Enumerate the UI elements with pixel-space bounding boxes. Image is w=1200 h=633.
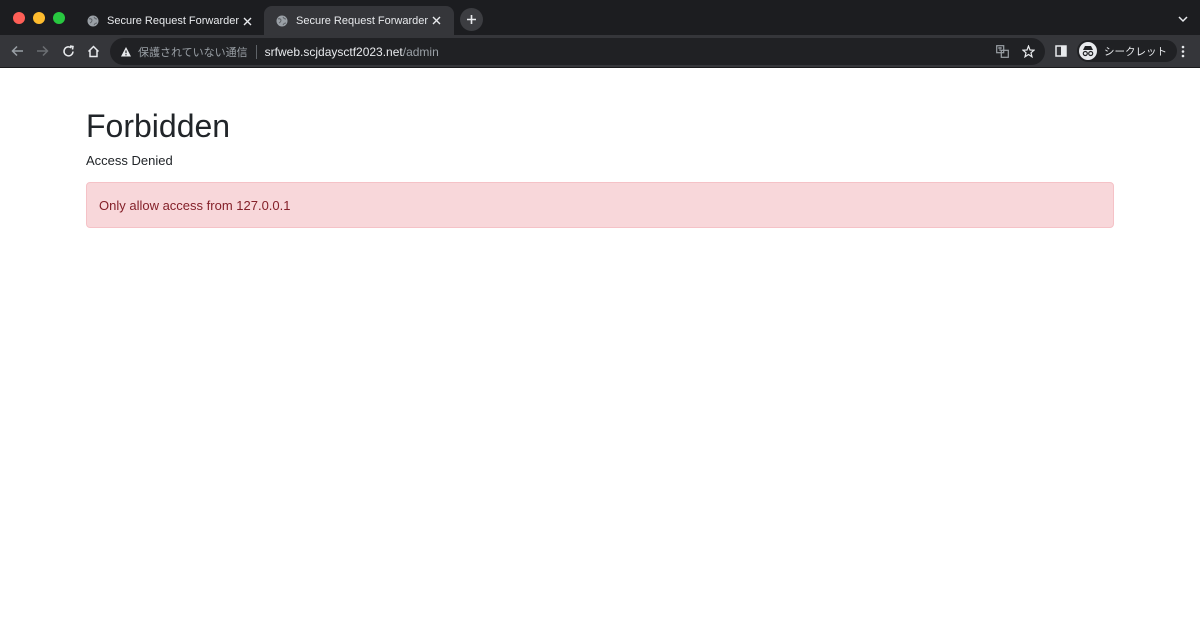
arrow-right-icon: [36, 45, 49, 57]
close-tab-icon[interactable]: [239, 13, 255, 29]
close-window-button[interactable]: [13, 12, 25, 24]
zoom-window-button[interactable]: [53, 12, 65, 24]
side-panel-button[interactable]: [1050, 40, 1072, 62]
error-alert: Only allow access from 127.0.0.1: [86, 182, 1114, 228]
tab-strip: Secure Request Forwarder Secure Request …: [0, 0, 1200, 35]
page-content: Forbidden Access Denied Only allow acces…: [0, 68, 1200, 633]
back-button[interactable]: [6, 40, 28, 62]
address-bar[interactable]: 保護されていない通信 srfweb.scjdaysctf2023.net/adm…: [110, 38, 1045, 65]
minimize-window-button[interactable]: [33, 12, 45, 24]
translate-icon[interactable]: [995, 44, 1009, 58]
address-bar-actions: [995, 44, 1035, 58]
home-icon: [87, 44, 99, 57]
globe-icon: [276, 15, 288, 26]
url-path: /admin: [402, 44, 439, 59]
arrow-left-icon: [10, 45, 23, 57]
close-tab-icon[interactable]: [428, 13, 444, 29]
url-host: srfweb.scjdaysctf2023.net: [264, 44, 403, 59]
page-subtitle: Access Denied: [86, 153, 173, 168]
side-panel-icon: [1055, 45, 1067, 57]
tab-title: Secure Request Forwarder: [296, 14, 428, 27]
incognito-profile-button[interactable]: シークレット: [1077, 40, 1177, 62]
browser-chrome: Secure Request Forwarder Secure Request …: [0, 0, 1200, 68]
plus-icon: [467, 15, 476, 24]
security-status-label[interactable]: 保護されていない通信: [138, 44, 248, 60]
alert-message: Only allow access from 127.0.0.1: [99, 197, 291, 213]
tab-inactive[interactable]: Secure Request Forwarder: [75, 7, 265, 35]
browser-menu-button[interactable]: [1172, 40, 1194, 62]
tab-title: Secure Request Forwarder: [107, 15, 239, 27]
more-vertical-icon: [1181, 45, 1185, 57]
chevron-down-icon: [1178, 15, 1188, 22]
profile-label: シークレット: [1104, 45, 1167, 58]
incognito-icon: [1079, 42, 1097, 60]
tab-active[interactable]: Secure Request Forwarder: [264, 6, 454, 35]
new-tab-button[interactable]: [460, 8, 483, 31]
reload-button[interactable]: [57, 40, 79, 62]
globe-icon: [87, 15, 99, 27]
forward-button[interactable]: [31, 40, 53, 62]
bookmark-star-icon[interactable]: [1021, 44, 1035, 58]
browser-toolbar: 保護されていない通信 srfweb.scjdaysctf2023.net/adm…: [0, 35, 1200, 68]
tab-search-button[interactable]: [1176, 12, 1190, 26]
page-title: Forbidden: [86, 108, 231, 144]
reload-icon: [62, 44, 74, 57]
address-divider: [255, 44, 257, 59]
home-button[interactable]: [82, 40, 104, 62]
url-text[interactable]: srfweb.scjdaysctf2023.net/admin: [265, 45, 439, 59]
warning-icon[interactable]: [120, 46, 132, 58]
